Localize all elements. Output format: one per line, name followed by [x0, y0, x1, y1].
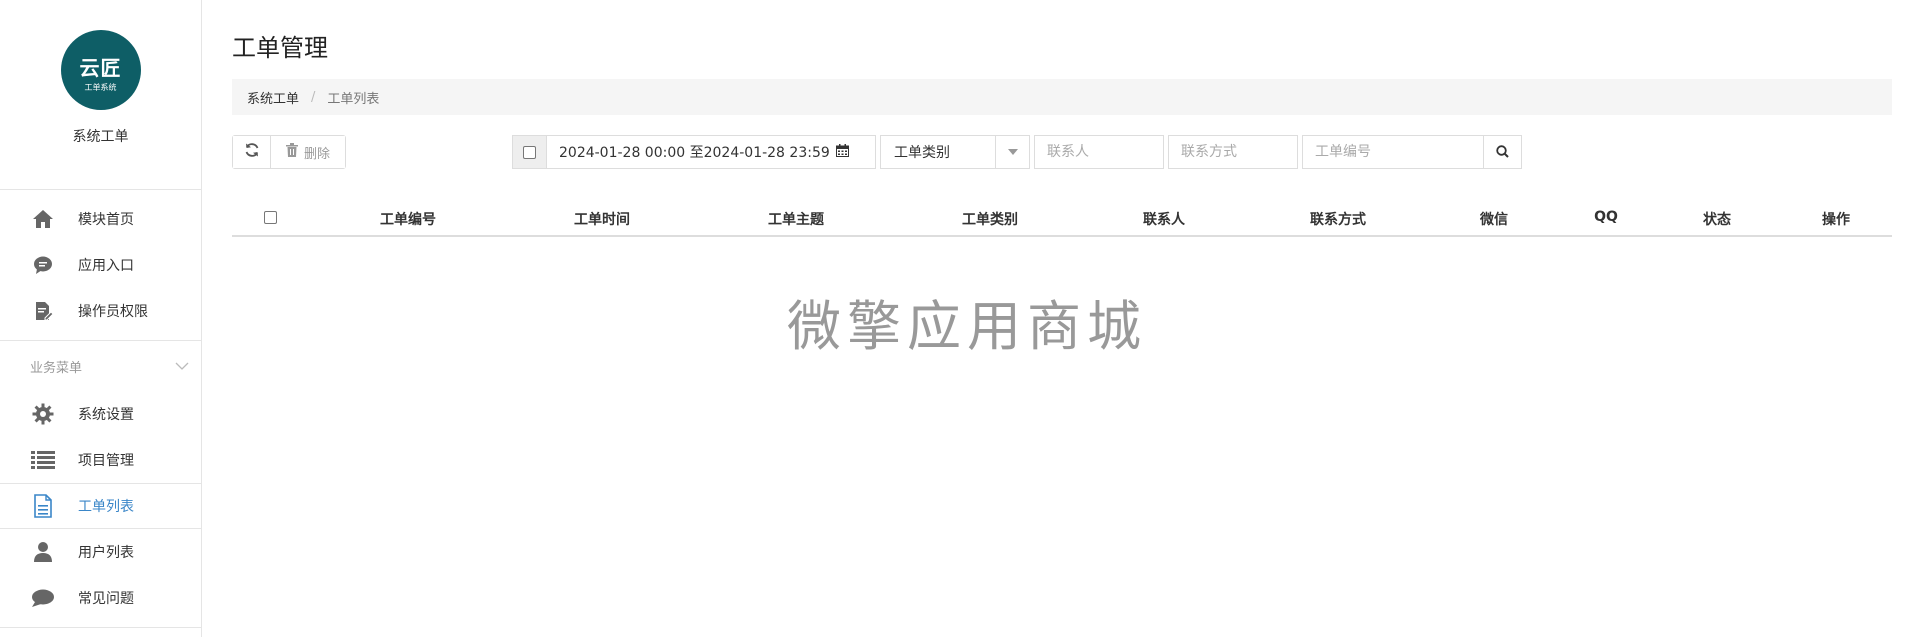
contact-person-input[interactable]: [1034, 135, 1164, 169]
sidebar-header: 云匠 工单系统 系统工单: [0, 30, 201, 190]
column-header-contact-person[interactable]: 联系人: [1143, 209, 1185, 229]
sidebar-business-group: 业务菜单 系统设置 项目管理 工单列表 用户列表 常见问题: [0, 341, 201, 628]
sidebar-group-header[interactable]: 业务菜单: [0, 341, 201, 391]
trash-icon: [285, 143, 298, 161]
chevron-down-icon: [175, 359, 189, 374]
chat-bubble-icon: [30, 252, 56, 278]
ticket-table: 工单编号 工单时间 工单主题 工单类别 联系人 联系方式 微信 QQ 状态 操作: [232, 201, 1892, 237]
logo-sub-text: 工单系统: [84, 83, 117, 92]
action-button-group: 删除: [232, 135, 346, 169]
date-filter-checkbox[interactable]: [523, 145, 536, 159]
column-header-actions: 操作: [1822, 212, 1850, 228]
select-all-checkbox[interactable]: [264, 211, 277, 224]
calendar-icon: [835, 143, 849, 161]
table-header: 工单编号 工单时间 工单主题 工单类别 联系人 联系方式 微信 QQ 状态 操作: [232, 201, 1892, 237]
column-header-status[interactable]: 状态: [1703, 209, 1731, 229]
sidebar: 云匠 工单系统 系统工单 模块首页 应用入口 操作员权限 业务菜单 系统设置 项…: [0, 0, 202, 637]
main-content: 工单管理 系统工单 / 工单列表 删除 2024-01-28 00:00 至20…: [232, 0, 1892, 237]
sidebar-item-label: 模块首页: [78, 212, 134, 228]
column-header-ticket-subject[interactable]: 工单主题: [768, 209, 824, 229]
document-icon: [30, 493, 56, 519]
column-header-ticket-category[interactable]: 工单类别: [962, 209, 1018, 229]
page-title: 工单管理: [232, 34, 328, 62]
contact-method-input[interactable]: [1168, 135, 1298, 169]
refresh-button[interactable]: [233, 136, 271, 168]
filter-bar: 2024-01-28 00:00 至2024-01-28 23:59 工单类别: [512, 135, 1522, 169]
sidebar-item-label: 工单列表: [78, 499, 134, 515]
search-button[interactable]: [1484, 135, 1522, 169]
gear-icon: [30, 401, 56, 427]
column-header-wechat[interactable]: 微信: [1480, 209, 1508, 229]
refresh-icon: [244, 142, 260, 162]
app-root: 云匠 工单系统 系统工单 模块首页 应用入口 操作员权限 业务菜单 系统设置 项…: [0, 0, 1905, 637]
sidebar-item-label: 应用入口: [78, 258, 134, 274]
sidebar-top-nav: 模块首页 应用入口 操作员权限: [0, 190, 201, 341]
column-header-ticket-no[interactable]: 工单编号: [380, 209, 436, 229]
sidebar-item-label: 常见问题: [78, 591, 134, 607]
column-header-contact-method[interactable]: 联系方式: [1310, 209, 1366, 229]
breadcrumb: 系统工单 / 工单列表: [232, 79, 1892, 115]
toolbar: 删除 2024-01-28 00:00 至2024-01-28 23:59 工单…: [232, 135, 1892, 169]
column-header-qq[interactable]: QQ: [1594, 209, 1618, 225]
date-range-picker[interactable]: 2024-01-28 00:00 至2024-01-28 23:59: [546, 135, 876, 169]
ticket-number-input[interactable]: [1302, 135, 1484, 169]
sidebar-item-project-management[interactable]: 项目管理: [0, 437, 201, 483]
logo-main-text: 云匠: [79, 56, 122, 80]
sidebar-item-ticket-list[interactable]: 工单列表: [0, 483, 201, 529]
sidebar-item-label: 项目管理: [78, 453, 134, 469]
sidebar-item-label: 用户列表: [78, 545, 134, 561]
search-icon: [1496, 143, 1509, 162]
user-icon: [30, 539, 56, 565]
sidebar-item-faq[interactable]: 常见问题: [0, 575, 201, 621]
sidebar-item-operator-permissions[interactable]: 操作员权限: [0, 288, 201, 334]
sidebar-item-system-settings[interactable]: 系统设置: [0, 391, 201, 437]
watermark-text: 微擎应用商城: [787, 295, 1147, 358]
file-edit-icon: [30, 298, 56, 324]
sidebar-item-label: 操作员权限: [78, 304, 148, 320]
sidebar-item-label: 系统设置: [78, 407, 134, 423]
sidebar-item-user-list[interactable]: 用户列表: [0, 529, 201, 575]
delete-button-label: 删除: [303, 146, 330, 162]
sidebar-divider: [0, 627, 201, 628]
home-icon: [30, 206, 56, 232]
category-select[interactable]: 工单类别: [880, 135, 1030, 169]
breadcrumb-parent[interactable]: 系统工单: [247, 88, 299, 107]
sidebar-group-title: 业务菜单: [30, 360, 83, 376]
app-logo[interactable]: 云匠 工单系统: [60, 30, 141, 110]
category-select-value: 工单类别: [894, 145, 950, 161]
sidebar-item-app-entry[interactable]: 应用入口: [0, 242, 201, 288]
date-range-value: 2024-01-28 00:00 至2024-01-28 23:59: [559, 145, 830, 161]
delete-button[interactable]: 删除: [271, 136, 345, 168]
app-name: 系统工单: [72, 129, 129, 145]
date-filter-toggle[interactable]: [512, 135, 546, 169]
breadcrumb-separator: /: [311, 89, 316, 105]
sidebar-item-home[interactable]: 模块首页: [0, 196, 201, 242]
column-header-ticket-time[interactable]: 工单时间: [574, 209, 630, 229]
caret-down-icon: [995, 136, 1029, 168]
list-icon: [30, 447, 56, 473]
breadcrumb-current: 工单列表: [327, 91, 380, 107]
comment-icon: [30, 585, 56, 611]
